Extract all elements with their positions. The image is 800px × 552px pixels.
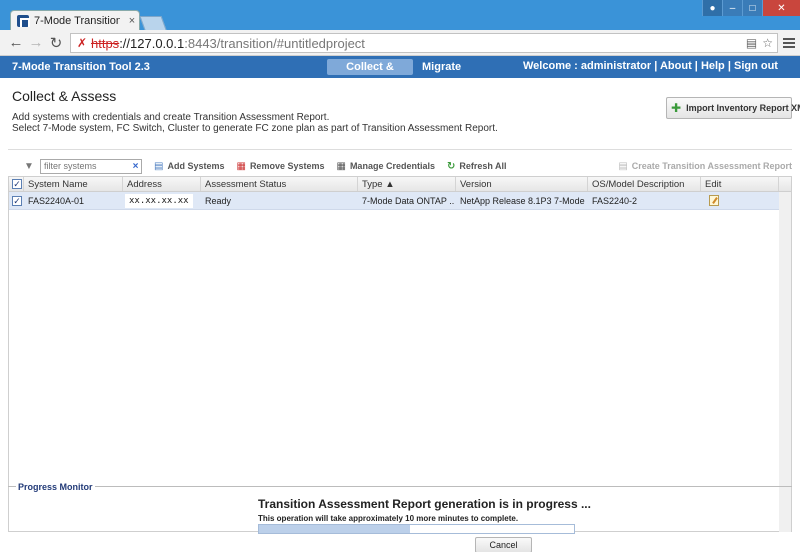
welcome-text: Welcome : administrator	[523, 60, 652, 72]
col-edit[interactable]: Edit	[701, 177, 779, 191]
app-header: 7-Mode Transition Tool 2.3 Collect & Ass…	[0, 56, 800, 89]
translate-icon[interactable]: ▤	[746, 36, 757, 50]
close-window-icon[interactable]: ✕	[762, 0, 800, 16]
progress-bar	[258, 524, 575, 534]
tab-migrate[interactable]: Migrate	[422, 61, 461, 73]
cancel-button[interactable]: Cancel	[475, 537, 532, 552]
grid-header: ✓ System Name Address Assessment Status …	[9, 177, 791, 192]
description-line-2: Select 7-Mode system, FC Switch, Cluster…	[12, 123, 498, 134]
url-text[interactable]: https://127.0.0.1:8443/transition/#untit…	[91, 36, 365, 51]
progress-subtitle: This operation will take approximately 1…	[258, 514, 519, 523]
remove-systems-icon: ▦	[236, 160, 246, 172]
url-path: :8443/transition/#untitledproject	[184, 35, 365, 51]
minimize-icon[interactable]: –	[722, 0, 742, 16]
row-checkbox[interactable]: ✓	[12, 195, 22, 206]
cell-os-model: FAS2240-2	[592, 195, 638, 206]
clear-filter-icon[interactable]: ×	[130, 160, 141, 173]
user-icon[interactable]: ●	[702, 0, 722, 16]
refresh-all-button[interactable]: ↻ Refresh All	[447, 161, 507, 172]
create-report-button[interactable]: ▤ Create Transition Assessment Report	[618, 161, 792, 172]
app-content: 7-Mode Transition Tool 2.3 Collect & Ass…	[0, 56, 800, 552]
grid-toolbar: ▼ × ▤Add Systems ▦Remove Systems ▦Manage…	[8, 157, 792, 175]
progress-bar-fill	[259, 525, 411, 533]
col-system-name[interactable]: System Name	[24, 177, 123, 191]
cell-edit	[701, 192, 779, 209]
progress-monitor: Progress Monitor Transition Assessment R…	[8, 482, 792, 552]
browser-tab[interactable]: 7-Mode Transition Tool ×	[10, 10, 140, 31]
filter-systems-field[interactable]: ×	[40, 158, 142, 174]
about-link[interactable]: About	[660, 60, 692, 72]
cell-version: NetApp Release 8.1P3 7-Mode	[460, 195, 585, 206]
tab-title: 7-Mode Transition Tool	[34, 15, 120, 27]
progress-monitor-label: Progress Monitor	[16, 482, 95, 492]
maximize-icon[interactable]: □	[742, 0, 762, 16]
cell-type: 7-Mode Data ONTAP ...	[362, 195, 456, 206]
browser-titlebar: 7-Mode Transition Tool × ● – □ ✕	[0, 0, 800, 31]
divider	[8, 149, 792, 150]
refresh-icon: ↻	[446, 160, 456, 172]
back-arrow-icon[interactable]: ←	[6, 34, 26, 51]
netapp-favicon-icon	[17, 15, 30, 27]
manage-credentials-button[interactable]: ▦ Manage Credentials	[336, 161, 434, 172]
report-icon: ▤	[618, 160, 628, 172]
import-inventory-button[interactable]: ✚ Import Inventory Report XML	[666, 97, 800, 119]
add-systems-button[interactable]: ▤ Add Systems	[154, 161, 224, 172]
address-value: xx.xx.xx.xx	[125, 193, 193, 208]
progress-title: Transition Assessment Report generation …	[258, 497, 591, 511]
systems-grid: ✓ System Name Address Assessment Status …	[8, 176, 792, 532]
col-assessment-status[interactable]: Assessment Status	[201, 177, 358, 191]
forward-arrow-icon[interactable]: →	[26, 34, 46, 51]
col-version[interactable]: Version	[456, 177, 588, 191]
browser-menu-icon[interactable]	[782, 36, 796, 50]
filter-systems-input[interactable]	[41, 159, 127, 173]
select-all-checkbox[interactable]: ✓	[12, 179, 22, 189]
select-all-checkbox-cell[interactable]: ✓	[9, 177, 24, 191]
edit-icon[interactable]	[709, 195, 719, 206]
new-tab-button[interactable]	[139, 16, 167, 30]
reload-icon[interactable]: ↻	[46, 34, 66, 52]
cell-address: xx.xx.xx.xx	[123, 192, 201, 209]
description-line-1: Add systems with credentials and create …	[12, 112, 330, 123]
window-controls: ● – □ ✕	[702, 0, 800, 16]
sign-out-link[interactable]: Sign out	[734, 60, 778, 72]
tab-close-icon[interactable]: ×	[125, 15, 139, 27]
remove-systems-button[interactable]: ▦ Remove Systems	[236, 161, 324, 172]
row-checkbox-cell[interactable]: ✓	[9, 192, 24, 209]
filter-icon: ▼	[24, 160, 34, 172]
help-link[interactable]: Help	[701, 60, 725, 72]
col-address[interactable]: Address	[123, 177, 201, 191]
browser-toolbar: ← → ↻ ✗ https://127.0.0.1:8443/transitio…	[0, 30, 800, 56]
import-plus-icon: ✚	[671, 101, 682, 115]
address-bar[interactable]: ✗ https://127.0.0.1:8443/transition/#unt…	[70, 33, 778, 53]
insecure-lock-icon[interactable]: ✗	[75, 36, 89, 50]
bookmark-star-icon[interactable]: ☆	[762, 36, 773, 50]
app-name: 7-Mode Transition Tool 2.3	[12, 61, 150, 73]
table-row[interactable]: ✓ FAS2240A-01 xx.xx.xx.xx Ready 7-Mode D…	[9, 192, 779, 210]
page-title: Collect & Assess	[12, 88, 117, 104]
grid-scrollbar[interactable]	[779, 192, 791, 532]
cell-system-name: FAS2240A-01	[28, 195, 85, 206]
tab-collect-assess[interactable]: Collect & Assess	[327, 59, 413, 89]
credentials-icon: ▦	[336, 160, 346, 172]
add-systems-icon: ▤	[154, 160, 164, 172]
url-scheme: https	[91, 35, 120, 51]
cell-status: Ready	[205, 195, 232, 206]
page-description: Add systems with credentials and create …	[12, 112, 498, 134]
header-user-links: Welcome : administrator | About | Help |…	[523, 60, 778, 72]
url-host: ://127.0.0.1	[119, 35, 185, 51]
col-type[interactable]: Type ▲	[358, 177, 456, 191]
import-button-label: Import Inventory Report XML	[686, 103, 800, 113]
col-os-model[interactable]: OS/Model Description	[588, 177, 701, 191]
